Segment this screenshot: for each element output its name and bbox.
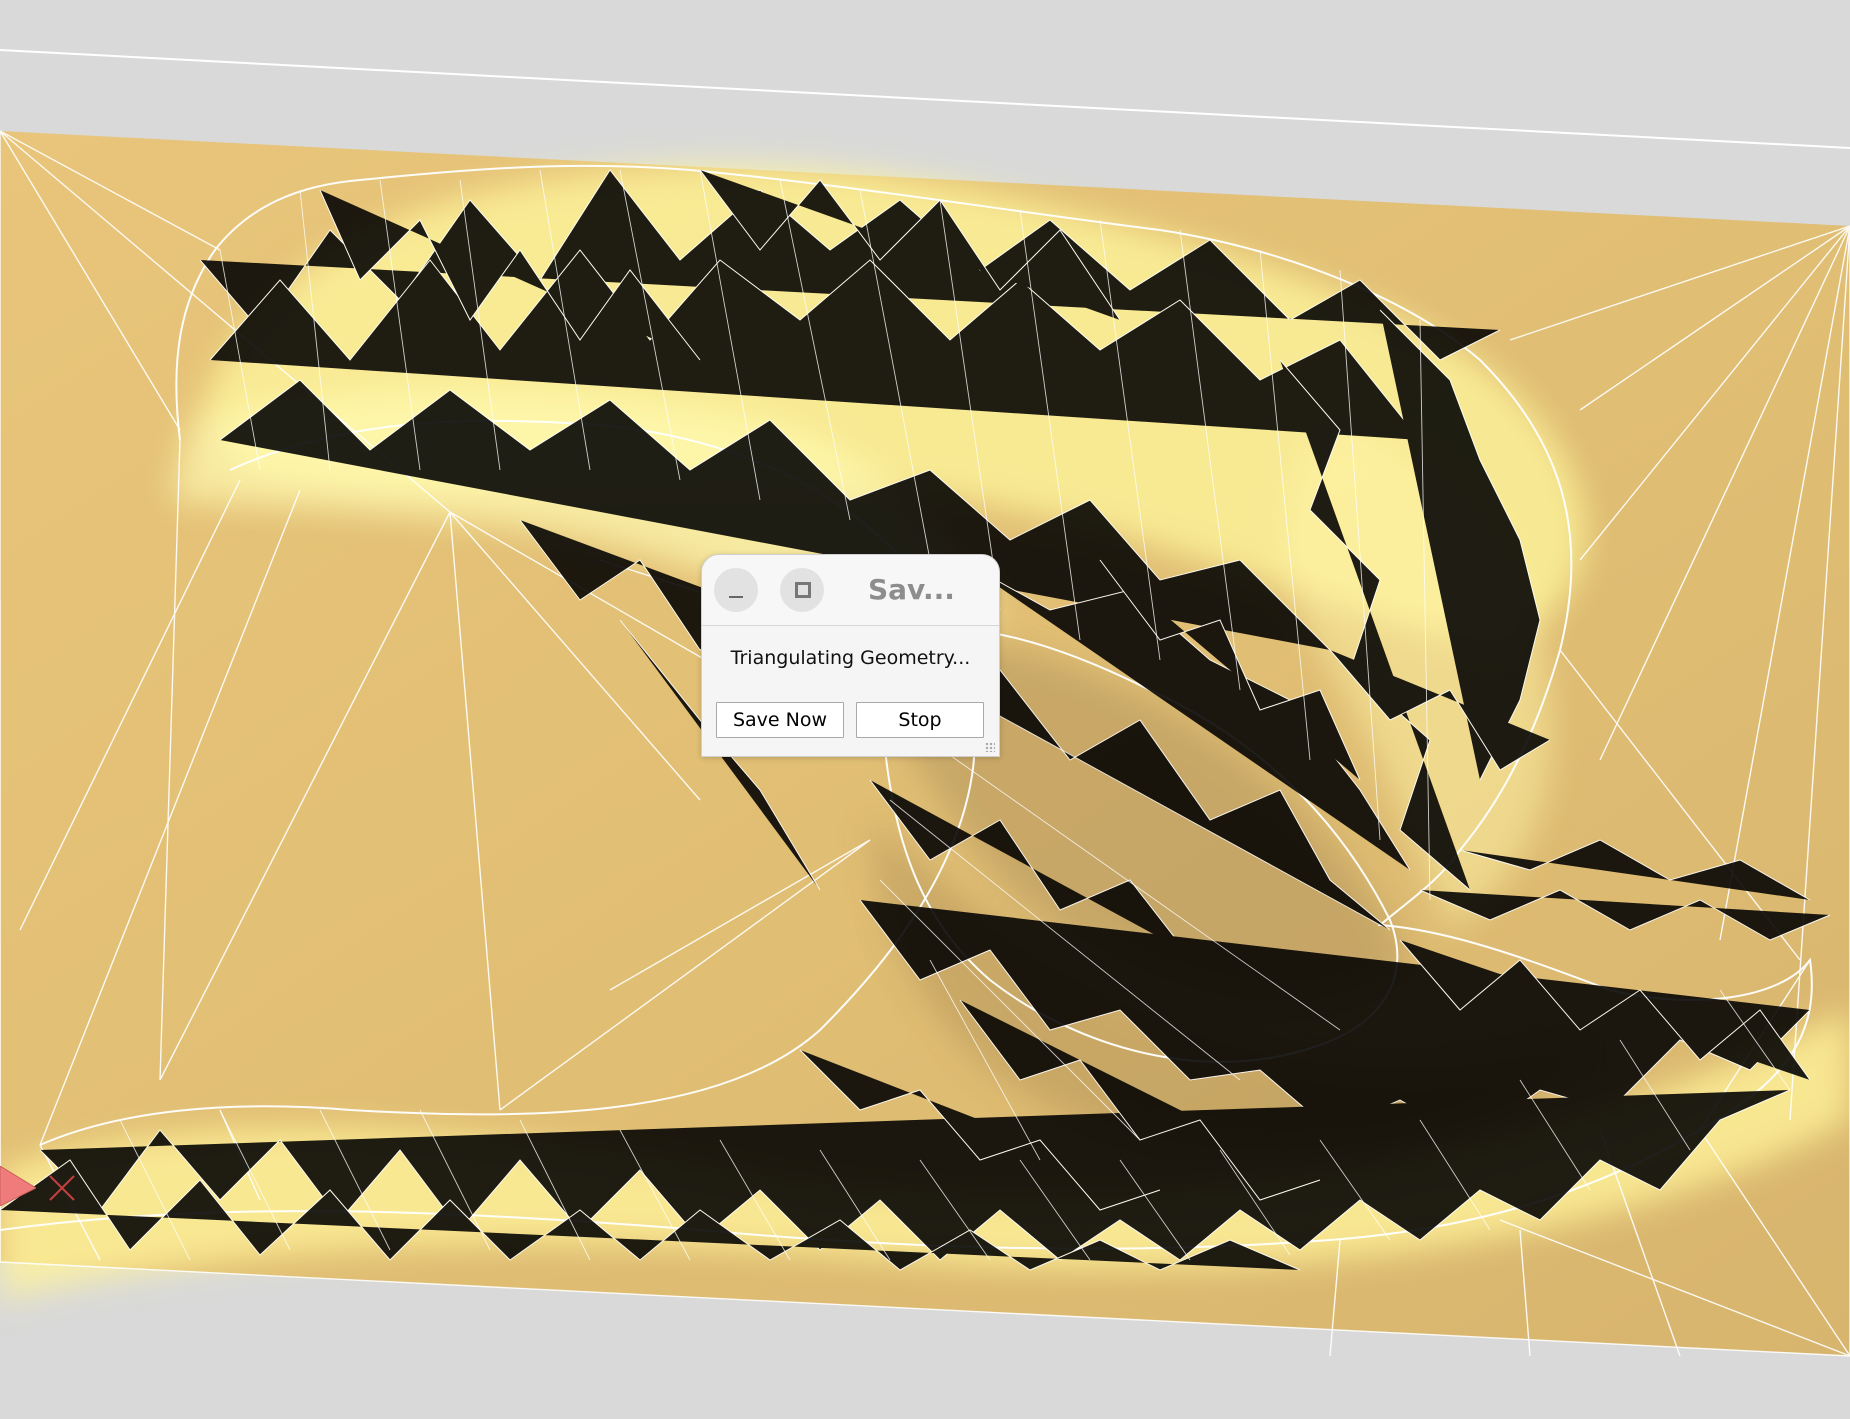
minimize-icon	[729, 596, 743, 598]
save-progress-dialog: Sav... Triangulating Geometry... Save No…	[701, 554, 1000, 757]
top-edge-line	[0, 49, 1850, 149]
maximize-button[interactable]	[780, 568, 824, 612]
dialog-titlebar[interactable]: Sav...	[702, 555, 999, 626]
maximize-icon	[795, 582, 811, 598]
status-message: Triangulating Geometry...	[730, 647, 971, 669]
stop-button[interactable]: Stop	[856, 702, 984, 738]
viewport: Sav... Triangulating Geometry... Save No…	[0, 0, 1850, 1419]
axis-origin-marker-icon	[0, 1166, 36, 1206]
origin-cross-icon	[49, 1175, 75, 1201]
dialog-title: Sav...	[868, 573, 955, 606]
minimize-button[interactable]	[714, 568, 758, 612]
resize-grip-icon[interactable]	[985, 742, 995, 752]
save-now-button[interactable]: Save Now	[716, 702, 844, 738]
